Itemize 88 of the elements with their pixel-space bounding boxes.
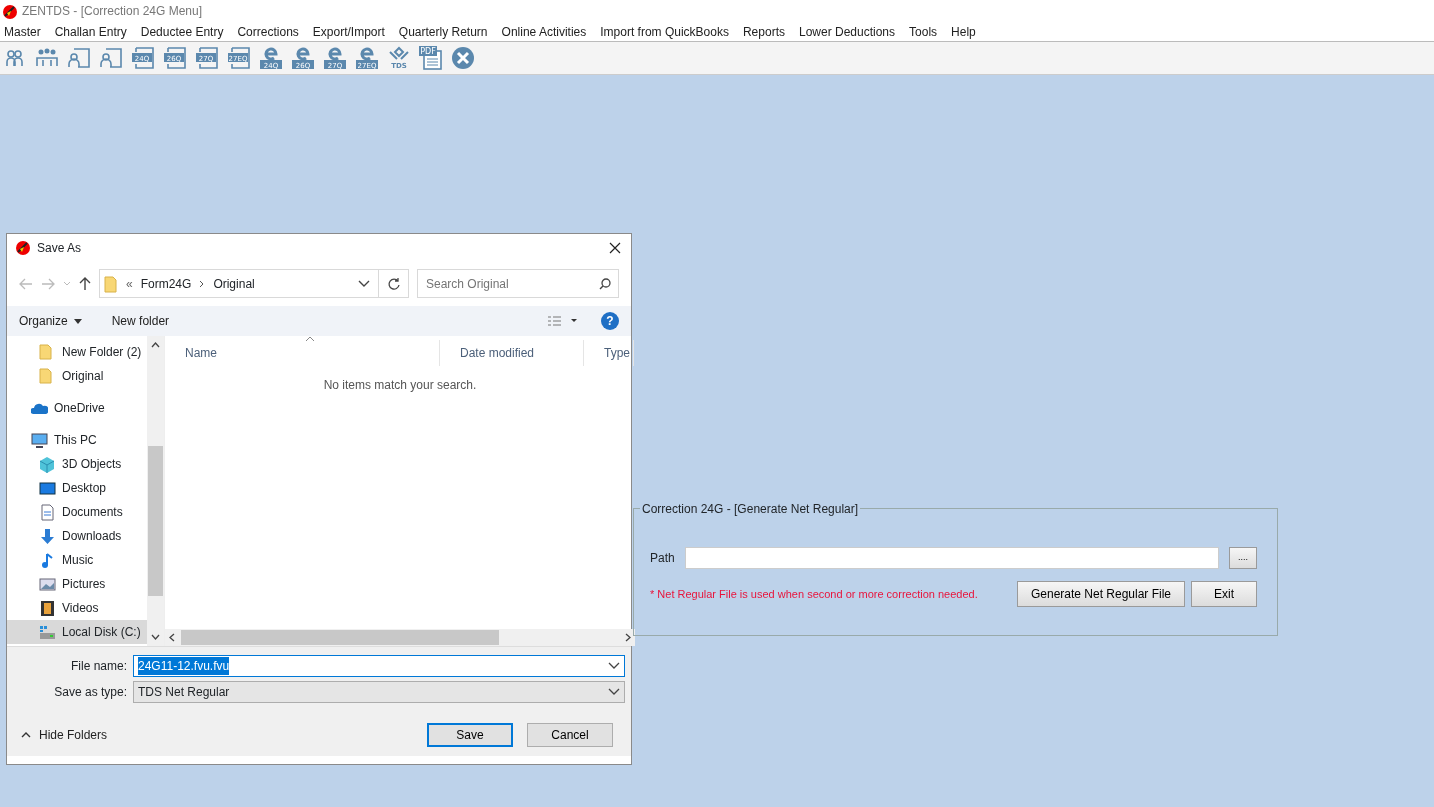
nav-item[interactable]: Downloads <box>7 524 147 548</box>
monitor-icon <box>39 479 56 497</box>
picture-icon <box>39 575 56 593</box>
save-button[interactable]: Save <box>427 723 513 747</box>
computer-icon <box>31 431 48 449</box>
empty-message: No items match your search. <box>322 377 478 394</box>
organize-button[interactable]: Organize <box>19 312 68 330</box>
nav-item[interactable]: This PC <box>7 428 147 452</box>
panel-title: Correction 24G - [Generate Net Regular] <box>640 503 861 515</box>
document-icon <box>39 503 56 521</box>
search-field[interactable]: Search Original <box>417 269 619 298</box>
dropdown-caret-icon <box>608 662 620 670</box>
nav-item[interactable]: OneDrive <box>7 396 147 420</box>
save-type-dropdown[interactable]: TDS Net Regular <box>133 681 625 703</box>
nav-item[interactable]: Pictures <box>7 572 147 596</box>
generate-button[interactable]: Generate Net Regular File <box>1017 581 1185 607</box>
chevron-up-icon[interactable] <box>21 732 31 738</box>
close-icon[interactable] <box>609 242 621 254</box>
address-bar[interactable]: « Form24G Original <box>99 269 409 298</box>
nav-item[interactable]: Local Disk (C:) <box>7 620 147 644</box>
menu-item[interactable]: Quarterly Return <box>398 22 488 41</box>
refresh-icon[interactable] <box>386 276 401 291</box>
file-name-field[interactable]: 24G11-12.fvu.fvu <box>133 655 625 677</box>
note-text: * Net Regular File is used when second or more correction needed. <box>650 586 978 602</box>
app-logo-icon <box>2 3 18 20</box>
menu-item[interactable]: Lower Deductions <box>799 22 896 41</box>
column-header[interactable]: Name <box>165 340 440 366</box>
menu-item[interactable]: Online Activities <box>501 22 587 41</box>
menu-item[interactable]: Tools <box>909 22 938 41</box>
browse-button[interactable]: .... <box>1229 547 1257 569</box>
field-label: File name: <box>69 658 127 675</box>
user-form-icon <box>99 46 123 70</box>
view-options-icon[interactable] <box>547 315 579 327</box>
scroll-down-icon[interactable] <box>151 634 160 640</box>
breadcrumb-item[interactable]: Form24G <box>140 274 192 293</box>
window-title: ZENTDS - [Correction 24G Menu] <box>22 3 203 20</box>
menu-item[interactable]: Deductee Entry <box>140 22 224 41</box>
menu-item[interactable]: Challan Entry <box>54 22 127 41</box>
folder-icon <box>104 274 118 293</box>
menu-item[interactable]: Help <box>951 22 976 41</box>
column-header[interactable]: Type <box>584 340 634 366</box>
dropdown-caret-icon[interactable] <box>73 318 82 324</box>
scroll-up-icon[interactable] <box>151 342 160 348</box>
app-logo-icon <box>15 240 31 256</box>
close-icon <box>451 46 475 70</box>
menu-item[interactable]: Corrections <box>237 22 299 41</box>
forward-arrow-icon[interactable] <box>41 277 55 290</box>
breadcrumb-item[interactable]: Original <box>213 274 255 293</box>
chevron-icon <box>199 279 206 288</box>
overflow-marker[interactable]: « <box>126 274 133 293</box>
path-label: Path <box>650 550 675 567</box>
down-arrow-icon <box>39 527 56 545</box>
menu-item[interactable]: Import from QuickBooks <box>600 22 729 41</box>
nav-item[interactable]: 3D Objects <box>7 452 147 476</box>
dropdown-caret-icon <box>608 688 620 696</box>
scrollbar-thumb[interactable] <box>181 630 499 645</box>
back-arrow-icon[interactable] <box>19 277 33 290</box>
nav-item[interactable]: Original <box>7 364 147 388</box>
sort-caret-icon <box>305 336 315 342</box>
scroll-left-icon[interactable] <box>169 633 175 642</box>
user-form-icon <box>67 46 91 70</box>
scroll-right-icon[interactable] <box>625 633 631 642</box>
nav-item[interactable]: Videos <box>7 596 147 620</box>
scrollbar-thumb[interactable] <box>148 446 163 596</box>
nav-item[interactable]: Music <box>7 548 147 572</box>
help-button[interactable]: ? <box>601 312 619 330</box>
dropdown-caret-icon[interactable] <box>358 279 370 288</box>
up-arrow-icon[interactable] <box>79 276 91 291</box>
hide-folders-button[interactable]: Hide Folders <box>39 726 108 744</box>
search-icon <box>599 278 611 290</box>
column-header[interactable]: Date modified <box>440 340 584 366</box>
menu-item[interactable]: Export/Import <box>312 22 385 41</box>
cancel-button[interactable]: Cancel <box>527 723 613 747</box>
menu-item[interactable]: Master <box>4 22 41 41</box>
drive-icon <box>39 623 56 641</box>
nav-item[interactable]: Desktop <box>7 476 147 500</box>
path-field[interactable] <box>684 547 1219 569</box>
new-folder-button[interactable]: New folder <box>111 312 170 330</box>
menu-item[interactable]: Reports <box>742 22 785 41</box>
film-icon <box>39 599 56 617</box>
nav-item[interactable]: New Folder (2) <box>7 340 147 364</box>
horizontal-scrollbar[interactable] <box>165 629 635 646</box>
scrollbar[interactable] <box>147 336 164 646</box>
cube-icon <box>39 455 56 473</box>
exit-button[interactable]: Exit <box>1191 581 1257 607</box>
field-label: Save as type: <box>53 684 127 701</box>
nav-item[interactable]: Documents <box>7 500 147 524</box>
dialog-title: Save As <box>37 240 82 257</box>
